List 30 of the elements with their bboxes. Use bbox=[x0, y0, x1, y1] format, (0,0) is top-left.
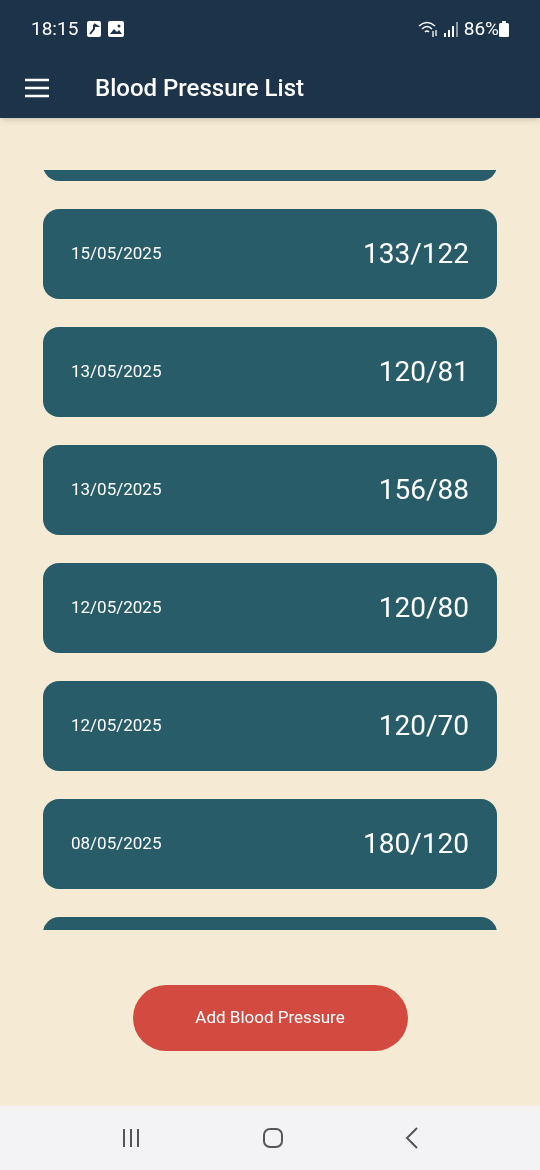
screen-title: Blood Pressure List bbox=[95, 73, 304, 104]
battery-level: 86% bbox=[463, 15, 499, 42]
battery-icon bbox=[499, 21, 509, 37]
reading-date: 12/05/2025 bbox=[71, 596, 162, 620]
reading-value: 120/81 bbox=[378, 354, 469, 390]
reading-date: 15/05/2025 bbox=[71, 242, 162, 266]
reading-date: 13/05/2025 bbox=[71, 360, 162, 384]
reading-value: 120/70 bbox=[378, 708, 469, 744]
reading-card[interactable]: 12/05/2025 120/70 bbox=[43, 681, 497, 771]
menu-icon[interactable] bbox=[24, 78, 50, 98]
recent-apps-icon[interactable] bbox=[120, 1128, 141, 1148]
reading-date: 08/05/2025 bbox=[71, 832, 162, 856]
home-icon[interactable] bbox=[262, 1127, 284, 1149]
status-time: 18:15 bbox=[31, 15, 79, 42]
reading-value: 156/88 bbox=[378, 472, 469, 508]
reading-card[interactable]: 13/05/2025 156/88 bbox=[43, 445, 497, 535]
reading-card[interactable]: 15/05/2025 133/122 bbox=[43, 209, 497, 299]
reading-card[interactable]: 13/05/2025 120/81 bbox=[43, 327, 497, 417]
reading-value: 133/122 bbox=[363, 236, 469, 272]
wifi-icon bbox=[417, 21, 438, 37]
signal-icon bbox=[443, 21, 458, 37]
reading-card[interactable]: 12/05/2025 120/80 bbox=[43, 563, 497, 653]
reading-value: 180/120 bbox=[363, 826, 469, 862]
add-blood-pressure-button[interactable]: Add Blood Pressure bbox=[132, 985, 408, 1051]
reading-date: 12/05/2025 bbox=[71, 714, 162, 738]
back-icon[interactable] bbox=[405, 1127, 420, 1149]
image-icon bbox=[108, 21, 125, 37]
reading-card[interactable]: 08/05/2025 180/120 bbox=[43, 799, 497, 889]
reading-date: 13/05/2025 bbox=[71, 478, 162, 502]
reading-value: 120/80 bbox=[378, 590, 469, 626]
